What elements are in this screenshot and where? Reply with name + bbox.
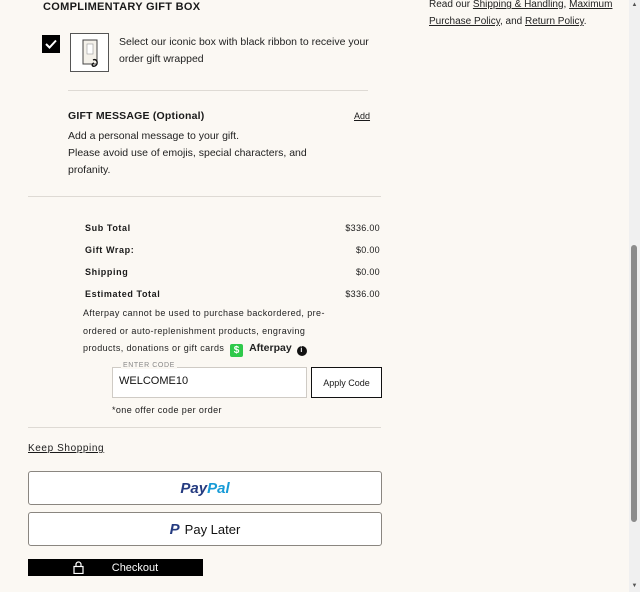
keep-shopping-link[interactable]: Keep Shopping (28, 443, 104, 454)
paypal-button[interactable]: PayPal (28, 471, 382, 505)
checkout-label: Checkout (111, 561, 159, 574)
policy-links-text: Read our Shipping & Handling, Maximum Pu… (429, 0, 614, 30)
divider (28, 196, 381, 197)
afterpay-note: Afterpay cannot be used to purchase back… (83, 305, 343, 358)
shipping-handling-link[interactable]: Shipping & Handling (473, 0, 564, 10)
gift-wrap-value: $0.00 (355, 245, 380, 255)
divider (68, 90, 368, 91)
policy-suffix: . (583, 16, 587, 27)
shipping-value: $0.00 (355, 267, 380, 277)
gift-box-checkbox[interactable] (42, 35, 60, 53)
gift-box-title: COMPLIMENTARY GIFT BOX (43, 1, 201, 13)
paypal-logo-part: Pal (207, 479, 230, 497)
promo-code-input[interactable] (119, 375, 299, 387)
return-policy-link[interactable]: Return Policy (525, 16, 584, 27)
gift-box-description: Select our iconic box with black ribbon … (119, 36, 369, 65)
promo-code-label: ENTER CODE (121, 362, 177, 369)
pay-later-label: Pay Later (184, 521, 241, 537)
gift-message-instructions: Add a personal message to your gift. Ple… (68, 128, 318, 179)
policy-prefix: Read our (429, 0, 473, 10)
lock-icon (73, 561, 84, 574)
gift-message-line: Please avoid use of emojis, special char… (68, 147, 307, 176)
checkout-button[interactable]: Checkout (28, 559, 203, 576)
estimated-total-label: Estimated Total (85, 289, 161, 299)
estimated-total-value: $336.00 (345, 289, 380, 299)
gift-wrap-label: Gift Wrap: (85, 245, 135, 255)
scrollbar-thumb[interactable] (631, 245, 637, 522)
shipping-label: Shipping (85, 267, 129, 277)
paypal-mark-icon: P (169, 520, 180, 538)
gift-message-line: Add a personal message to your gift. (68, 130, 240, 142)
gift-message-title: GIFT MESSAGE (Optional) (68, 110, 205, 122)
policy-separator: , and (499, 16, 525, 27)
paypal-logo: PayPal (180, 480, 229, 497)
scroll-up-arrow-icon[interactable]: ▲ (631, 1, 638, 9)
policy-separator: , (563, 0, 567, 10)
scroll-down-arrow-icon[interactable]: ▼ (631, 582, 638, 590)
divider (28, 427, 381, 428)
info-icon[interactable]: i (296, 345, 307, 356)
subtotal-value: $336.00 (345, 223, 380, 233)
gift-message-add-link[interactable]: Add (354, 111, 370, 121)
afterpay-icon: $ (230, 344, 244, 358)
pay-later-button[interactable]: P Pay Later (28, 512, 382, 546)
paypal-logo-part: Pay (180, 479, 208, 497)
promo-code-field[interactable] (112, 367, 307, 398)
checkmark-icon (45, 39, 57, 49)
offer-code-note: *one offer code per order (112, 405, 222, 415)
afterpay-logo-text: Afterpay (249, 342, 292, 354)
gift-box-image (70, 33, 109, 72)
apply-code-button[interactable]: Apply Code (311, 367, 382, 398)
subtotal-label: Sub Total (85, 223, 131, 233)
gift-box-product-icon (82, 39, 98, 67)
